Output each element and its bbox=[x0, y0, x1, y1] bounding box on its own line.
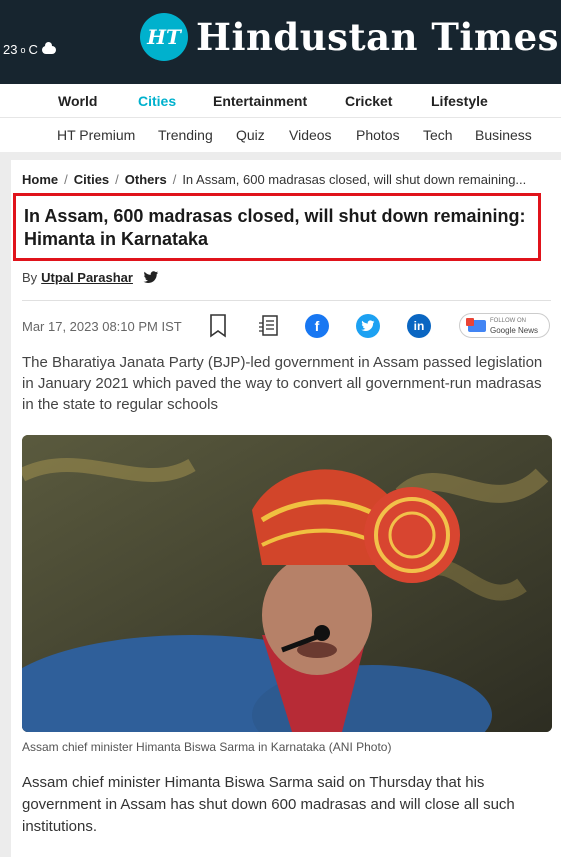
byline: By Utpal Parashar bbox=[22, 270, 159, 285]
breadcrumb-cities[interactable]: Cities bbox=[74, 172, 109, 187]
breadcrumb: Home / Cities / Others / In Assam, 600 madrasa… bbox=[22, 172, 527, 187]
photo-caption: Assam chief minister Himanta Biswa Sarma… bbox=[22, 740, 392, 754]
top-bar: 23 o C HT Hindustan Times bbox=[0, 0, 561, 84]
nav-item-lifestyle[interactable]: Lifestyle bbox=[431, 93, 488, 109]
divider bbox=[22, 300, 551, 301]
article-summary: The Bharatiya Janata Party (BJP)-led gov… bbox=[22, 354, 543, 413]
breadcrumb-others[interactable]: Others bbox=[125, 172, 167, 187]
google-news-follow-label: FOLLOW ON bbox=[490, 317, 527, 324]
nav-item-trending[interactable]: Trending bbox=[158, 127, 213, 143]
nav-item-videos[interactable]: Videos bbox=[289, 127, 332, 143]
article-card: Home / Cities / Others / In Assam, 600 madrasa… bbox=[11, 160, 561, 857]
headline-highlight-box: In Assam, 600 madrasas closed, will shut… bbox=[13, 193, 541, 261]
publish-date: Mar 17, 2023 08:10 PM IST bbox=[22, 319, 182, 334]
nav-item-ht-premium[interactable]: HT Premium bbox=[57, 127, 135, 143]
google-news-follow-button[interactable]: FOLLOW ON Google News bbox=[459, 313, 550, 338]
nav-item-cities[interactable]: Cities bbox=[138, 93, 176, 109]
nav-item-quiz[interactable]: Quiz bbox=[236, 127, 265, 143]
ht-logo-icon: HT bbox=[140, 13, 188, 61]
bookmark-button[interactable] bbox=[208, 313, 228, 339]
breadcrumb-current: In Assam, 600 madrasas closed, will shut… bbox=[182, 172, 527, 187]
breadcrumb-home[interactable]: Home bbox=[22, 172, 58, 187]
print-button[interactable] bbox=[256, 313, 282, 339]
weather-widget[interactable]: 23 o C bbox=[3, 41, 56, 57]
cloud-icon bbox=[41, 41, 56, 54]
byline-prefix: By bbox=[22, 270, 38, 285]
photo-himanta-speaking bbox=[22, 435, 552, 732]
weather-unit: C bbox=[28, 42, 38, 57]
article-headline: In Assam, 600 madrasas closed, will shut… bbox=[24, 206, 526, 249]
site-logo[interactable]: HT Hindustan Times bbox=[140, 13, 559, 61]
nav-item-cricket[interactable]: Cricket bbox=[345, 93, 392, 109]
secondary-nav: HT Premium Trending Quiz Videos Photos T… bbox=[0, 118, 561, 152]
author-link[interactable]: Utpal Parashar bbox=[41, 270, 133, 285]
nav-item-photos[interactable]: Photos bbox=[356, 127, 400, 143]
facebook-icon: f bbox=[305, 314, 329, 338]
google-news-label: Google News bbox=[490, 325, 539, 335]
twitter-share-button[interactable] bbox=[356, 314, 380, 338]
facebook-share-button[interactable]: f bbox=[305, 314, 329, 338]
article-body: Assam chief minister Himanta Biswa Sarma… bbox=[22, 774, 515, 835]
nav-item-entertainment[interactable]: Entertainment bbox=[213, 93, 307, 109]
nav-item-world[interactable]: World bbox=[58, 93, 97, 109]
google-news-icon bbox=[466, 317, 486, 332]
article-photo[interactable] bbox=[22, 435, 552, 732]
twitter-share-icon bbox=[356, 314, 380, 338]
nav-item-business[interactable]: Business bbox=[475, 127, 532, 143]
site-name: Hindustan Times bbox=[196, 15, 559, 59]
primary-nav: World Cities Entertainment Cricket Lifes… bbox=[0, 84, 561, 118]
print-icon bbox=[259, 315, 278, 336]
linkedin-icon: in bbox=[407, 314, 431, 338]
bookmark-icon bbox=[210, 314, 226, 338]
linkedin-share-button[interactable]: in bbox=[407, 314, 431, 338]
twitter-icon[interactable] bbox=[143, 271, 159, 284]
weather-temp: 23 bbox=[3, 42, 18, 57]
nav-item-tech[interactable]: Tech bbox=[423, 127, 453, 143]
